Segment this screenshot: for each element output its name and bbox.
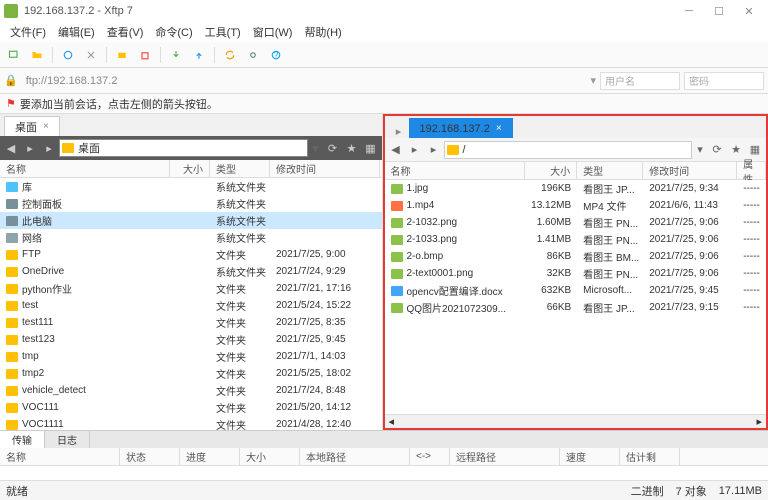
remote-headers: 名称 大小 类型 修改时间 属性 [385,162,767,180]
new-folder-icon[interactable] [112,45,132,65]
list-item[interactable]: python作业文件夹2021/7/21, 17:16 [0,280,382,297]
remote-file-list[interactable]: 1.jpg196KB看图王 JP...2021/7/25, 9:34-----1… [385,180,767,414]
remote-pane: ▸ 192.168.137.2× ◀ ▸ ▸ / ▾ ⟳ ★ ▦ 名称 大小 类… [383,114,768,430]
list-item[interactable]: FTP文件夹2021/7/25, 9:00 [0,246,382,263]
tab-log[interactable]: 日志 [45,431,90,448]
menubar: 文件(F) 编辑(E) 查看(V) 命令(C) 工具(T) 窗口(W) 帮助(H… [0,22,768,42]
bottom-tabs: 传输 日志 [0,430,768,448]
local-pane: 桌面× ◀ ▸ ▸ 桌面 ▾ ⟳ ★ ▦ 名称 大小 类型 修改时间 库系统文件… [0,114,383,430]
list-item[interactable]: 1.jpg196KB看图王 JP...2021/7/25, 9:34----- [385,180,767,197]
list-item[interactable]: QQ图片2021072309...66KB看图王 JP...2021/7/23,… [385,299,767,316]
remote-tabs: ▸ 192.168.137.2× [385,116,767,138]
list-item[interactable]: tmp文件夹2021/7/1, 14:03 [0,348,382,365]
close-icon[interactable]: × [43,121,49,132]
delete-icon[interactable] [135,45,155,65]
list-item[interactable]: VOC111文件夹2021/5/20, 14:12 [0,399,382,416]
list-item[interactable]: 控制面板系统文件夹 [0,195,382,212]
local-tab[interactable]: 桌面× [4,116,60,136]
forward2-icon[interactable]: ▸ [40,139,58,157]
close-icon[interactable]: × [496,123,502,134]
sync-icon[interactable] [220,45,240,65]
settings-icon[interactable] [243,45,263,65]
forward-icon[interactable]: ▸ [21,139,39,157]
transfer-list[interactable] [0,466,768,480]
list-item[interactable]: test123文件夹2021/7/25, 9:45 [0,331,382,348]
local-tabs: 桌面× [0,114,382,136]
path-dropdown-icon[interactable]: ▾ [309,139,323,157]
list-item[interactable]: vehicle_detect文件夹2021/7/24, 8:48 [0,382,382,399]
forward-icon[interactable]: ▸ [406,141,424,159]
help-icon[interactable]: ? [266,45,286,65]
local-path-input[interactable]: 桌面 [59,139,308,157]
maximize-button[interactable]: ☐ [704,0,734,22]
list-item[interactable]: VOC1111文件夹2021/4/28, 12:40 [0,416,382,430]
open-icon[interactable] [27,45,47,65]
forward2-icon[interactable]: ▸ [425,141,443,159]
status-mode: 二进制 [631,483,664,499]
menu-edit[interactable]: 编辑(E) [54,24,99,40]
close-button[interactable]: ✕ [734,0,764,22]
menu-command[interactable]: 命令(C) [151,24,196,40]
remote-path-input[interactable]: / [444,141,693,159]
scrollbar[interactable]: ◂▸ [385,414,767,428]
lock-icon: 🔒 [4,74,18,87]
remote-navbar: ◀ ▸ ▸ / ▾ ⟳ ★ ▦ [385,138,767,162]
status-size: 17.11MB [719,485,762,497]
status-ready: 就绪 [6,483,28,499]
list-item[interactable]: test文件夹2021/5/24, 15:22 [0,297,382,314]
menu-view[interactable]: 查看(V) [103,24,148,40]
newfolder-icon[interactable]: ▦ [362,139,380,157]
list-item[interactable]: 2-1033.png1.41MB看图王 PN...2021/7/25, 9:06… [385,231,767,248]
local-file-list[interactable]: 库系统文件夹控制面板系统文件夹此电脑系统文件夹网络系统文件夹FTP文件夹2021… [0,178,382,430]
upload-icon[interactable] [189,45,209,65]
list-item[interactable]: tmp2文件夹2021/5/25, 18:02 [0,365,382,382]
list-item[interactable]: 2-1032.png1.60MB看图王 PN...2021/7/25, 9:06… [385,214,767,231]
list-item[interactable]: 网络系统文件夹 [0,229,382,246]
back-icon[interactable]: ◀ [2,139,20,157]
panel-menu-icon[interactable]: ▸ [389,125,409,138]
flag-icon: ⚑ [6,97,16,110]
hint-bar: ⚑ 要添加当前会话，点击左侧的箭头按钮。 [0,94,768,114]
svg-text:?: ? [274,50,279,59]
menu-tools[interactable]: 工具(T) [201,24,245,40]
remote-tab[interactable]: 192.168.137.2× [409,118,513,138]
download-icon[interactable] [166,45,186,65]
menu-help[interactable]: 帮助(H) [300,24,345,40]
local-headers: 名称 大小 类型 修改时间 [0,160,382,178]
password-input[interactable]: 密码 [684,72,764,90]
local-navbar: ◀ ▸ ▸ 桌面 ▾ ⟳ ★ ▦ [0,136,382,160]
refresh-icon[interactable]: ⟳ [324,139,342,157]
refresh-icon[interactable]: ⟳ [708,141,726,159]
window-title: 192.168.137.2 - Xftp 7 [24,5,674,17]
list-item[interactable]: 此电脑系统文件夹 [0,212,382,229]
new-session-icon[interactable] [4,45,24,65]
back-icon[interactable]: ◀ [387,141,405,159]
list-item[interactable]: opencv配置编译.docx632KBMicrosoft...2021/7/2… [385,282,767,299]
list-item[interactable]: 库系统文件夹 [0,178,382,195]
reconnect-icon[interactable] [58,45,78,65]
list-item[interactable]: test111文件夹2021/7/25, 8:35 [0,314,382,331]
app-icon [4,4,18,18]
address-input[interactable]: ftp://192.168.137.2 [22,75,587,87]
toolbar: ? [0,42,768,68]
status-objects: 7 对象 [676,483,707,499]
list-item[interactable]: 2-text0001.png32KB看图王 PN...2021/7/25, 9:… [385,265,767,282]
disconnect-icon[interactable] [81,45,101,65]
minimize-button[interactable]: ─ [674,0,704,22]
username-input[interactable]: 用户名 [600,72,680,90]
statusbar: 就绪 二进制 7 对象 17.11MB [0,480,768,500]
list-item[interactable]: OneDrive系统文件夹2021/7/24, 9:29 [0,263,382,280]
menu-file[interactable]: 文件(F) [6,24,50,40]
path-dropdown-icon[interactable]: ▾ [693,141,707,159]
address-bar: 🔒 ftp://192.168.137.2 ▾ 用户名 密码 [0,68,768,94]
tab-transfer[interactable]: 传输 [0,431,45,448]
list-item[interactable]: 1.mp413.12MBMP4 文件2021/6/6, 11:43----- [385,197,767,214]
titlebar: 192.168.137.2 - Xftp 7 ─ ☐ ✕ [0,0,768,22]
menu-window[interactable]: 窗口(W) [249,24,297,40]
list-item[interactable]: 2-o.bmp86KB看图王 BM...2021/7/25, 9:06----- [385,248,767,265]
bookmark-icon[interactable]: ★ [343,139,361,157]
transfer-headers: 名称 状态 进度 大小 本地路径 <-> 远程路径 速度 估计剩 [0,448,768,466]
